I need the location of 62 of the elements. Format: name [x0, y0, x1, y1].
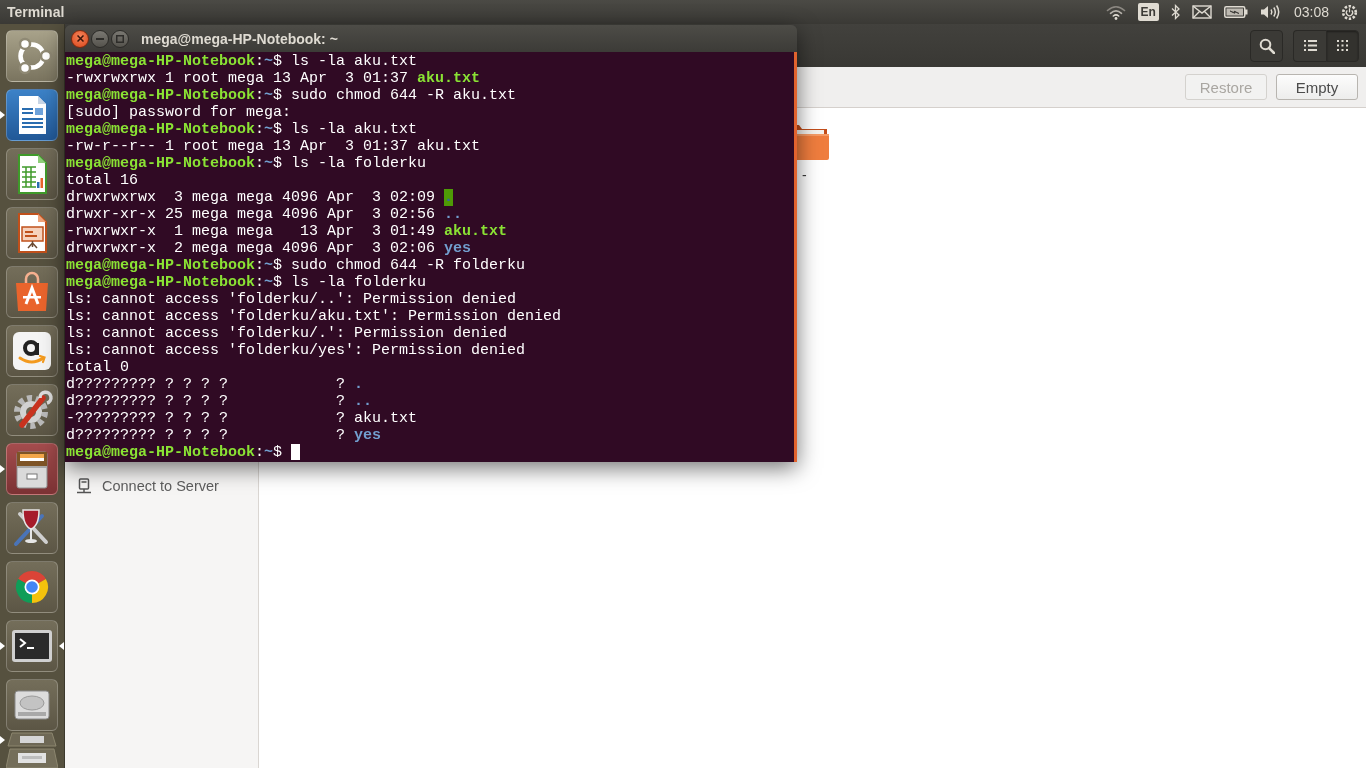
terminal-line: total 16 — [66, 172, 138, 189]
terminal-line: ls: cannot access 'folderku/aku.txt': Permission denied — [66, 308, 562, 325]
terminal-line: -????????? ? ? ? ? ? aku.txt — [66, 410, 418, 427]
close-button[interactable] — [71, 29, 89, 48]
list-view-button[interactable] — [1293, 29, 1326, 62]
minimize-button[interactable] — [91, 29, 109, 48]
mail-icon[interactable] — [1191, 5, 1212, 19]
terminal-line: drwxrwxr-x 2 mega mega 4096 Apr 3 02:06 yes — [66, 240, 472, 257]
grid-view-button[interactable] — [1326, 29, 1359, 62]
battery-icon[interactable] — [1223, 6, 1248, 18]
terminal-line: -rw-r--r-- 1 root mega 13 Apr 3 01:37 aku.txt — [66, 138, 481, 155]
terminal-line: mega@mega-HP-Notebook:~$ ls -la folderku — [66, 155, 427, 172]
maximize-icon — [116, 34, 124, 43]
search-button[interactable] — [1250, 29, 1283, 62]
terminal-line: d????????? ? ? ? ? ? .. — [66, 393, 373, 410]
settings-icon[interactable] — [6, 384, 58, 436]
text-document-icon[interactable] — [6, 89, 58, 141]
terminal-line: drwxr-xr-x 25 mega mega 4096 Apr 3 02:56 .. — [66, 206, 463, 223]
terminal-line: mega@mega-HP-Notebook:~$ ls -la aku.txt — [66, 53, 418, 70]
terminal-line: d????????? ? ? ? ? ? yes — [66, 427, 382, 444]
hard-drive-icon[interactable] — [6, 679, 58, 731]
spreadsheet-icon[interactable] — [6, 148, 58, 200]
terminal-line: mega@mega-HP-Notebook:~$ — [66, 444, 283, 461]
toolbar-button[interactable]: Empty — [1276, 74, 1358, 100]
terminal-line: mega@mega-HP-Notebook:~$ ls -la aku.txt — [66, 121, 418, 138]
sidebar-item[interactable]: Connect to Server — [65, 471, 258, 501]
minimize-icon — [96, 37, 104, 40]
shopping-bag-icon[interactable] — [6, 266, 58, 318]
list-icon — [1303, 40, 1317, 51]
terminal-line: d????????? ? ? ? ? ? . — [66, 376, 364, 393]
terminal-line: total 0 — [66, 359, 129, 376]
wine-glass-tools-icon[interactable] — [6, 502, 58, 554]
scrollbar[interactable] — [794, 52, 797, 462]
ring-logo-icon[interactable] — [6, 30, 58, 82]
terminal-line: ls: cannot access 'folderku/..': Permission denied — [66, 291, 517, 308]
bluetooth-icon[interactable] — [1170, 4, 1180, 20]
file-cabinet-icon[interactable] — [6, 443, 58, 495]
terminal-line: ls: cannot access 'folderku/yes': Permission denied — [66, 342, 526, 359]
app-title: Terminal — [7, 4, 65, 20]
presentation-icon[interactable] — [6, 207, 58, 259]
wifi-icon[interactable] — [1105, 4, 1126, 20]
window-title: mega@mega-HP-Notebook: ~ — [141, 30, 338, 47]
terminal-icon[interactable] — [6, 620, 58, 672]
server-icon — [76, 478, 92, 494]
terminal-line: -rwxrwxr-x 1 mega mega 13 Apr 3 01:49 aku.txt — [66, 223, 508, 240]
stacked-drives-icon[interactable] — [6, 732, 58, 768]
keyboard-layout-indicator[interactable]: En — [1137, 3, 1159, 21]
clock[interactable]: 03:08 — [1293, 4, 1329, 20]
terminal-line: [sudo] password for mega: — [66, 104, 292, 121]
close-icon — [76, 35, 84, 42]
power-icon[interactable] — [1341, 3, 1358, 21]
terminal-line: mega@mega-HP-Notebook:~$ ls -la folderku — [66, 274, 427, 291]
terminal-line: mega@mega-HP-Notebook:~$ sudo chmod 644 -R folderku — [66, 257, 526, 274]
terminal-line: ls: cannot access 'folderku/.': Permission denied — [66, 325, 508, 342]
maximize-button[interactable] — [111, 29, 129, 48]
folder-icon — [796, 122, 829, 160]
terminal-line: mega@mega-HP-Notebook:~$ sudo chmod 644 -R aku.txt — [66, 87, 517, 104]
search-icon — [1258, 37, 1275, 54]
volume-icon[interactable] — [1259, 4, 1280, 20]
grid-icon — [1337, 40, 1348, 51]
terminal-line: -rwxrwxrwx 1 root mega 13 Apr 3 01:37 aku.txt — [66, 70, 481, 87]
terminal-line: drwxrwxrwx 3 mega mega 4096 Apr 3 02:09 . — [66, 189, 454, 206]
